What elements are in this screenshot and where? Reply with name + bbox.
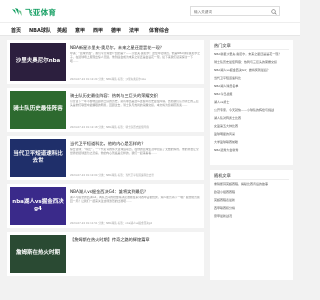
article-summary: 引言篮下一年不断地回顾骑士队的历史，总有球员是这么这些年历史最佳阵容。然而我们认…	[70, 100, 199, 107]
article-thumbnail[interactable]: 沙里夫奥尼尔nba	[10, 43, 66, 81]
sidebar-link[interactable]: 篮球明星的风采	[214, 132, 290, 136]
nav-item-ligue-1[interactable]: 法甲	[129, 27, 139, 34]
sidebar-link[interactable]: NBA湖人vs掘金西决G4：誰将笑到最后？	[214, 68, 290, 72]
article-summary: 综合篮球：“科比”，一个代名词的伟大篮球运动员，在他的篮球生涯中创造了无数的辉煌…	[70, 148, 199, 155]
sidebar-link[interactable]: 欧冠小组赛赛程	[214, 190, 290, 194]
logo-icon	[12, 8, 22, 16]
article-title[interactable]: 骑士队历史最佳阵容：热刺与三巨头的荣耀交织	[70, 93, 200, 99]
sidebar-link[interactable]: NBA新星沙里夫·奥尼尔，未来之星还是昙花一现？	[214, 52, 290, 56]
article-summary: 湖人与掘金的西决G4，两队之间的较量将决定谁能在系列赛中占据优势，湖人能否再下一…	[70, 196, 200, 203]
article-card[interactable]: 沙里夫奥尼尔nba NBA新星沙里夫·奥尼尔，未来之星还是昙花一现？ 导语：“篮…	[7, 40, 204, 84]
hot-articles-widget: 热门文章 NBA新星沙里夫·奥尼尔，未来之星还是昙花一现？ 骑士队历史最佳阵容：…	[210, 40, 293, 165]
article-summary: 导语：“篮球帝国”，我们今天将要介绍的是个——沙里夫·奥尼尔！这位年轻球员，他是…	[70, 52, 200, 63]
article-meta: 2024-07-24 01:12:24 分类：NBA球队 标签：沙里夫奥尼尔nb…	[70, 78, 146, 81]
sidebar-link[interactable]: NBA湖人球员名单	[214, 84, 290, 88]
sidebar-link[interactable]: 骑士队历史最佳阵容：热刺与三巨头的荣耀交织	[214, 60, 290, 64]
nav-item-serie-a[interactable]: 意甲	[75, 27, 85, 34]
article-meta: 2024-07-24 01:12:04 分类：NBA球队 标签：当代卫平短道速科…	[70, 174, 154, 177]
sidebar-link[interactable]: 西甲联赛积分榜	[214, 206, 290, 210]
sidebar-link[interactable]: 女篮第五大帅比赛	[214, 124, 290, 128]
article-card[interactable]: 詹姆斯在热火时期 【詹姆斯在热火时期】传奇之路的辉煌篇章	[7, 232, 204, 276]
article-card[interactable]: 当代卫平短道速科比去世 当代卫平短道科比，他的内心是怎样的？ 综合篮球：“科比”…	[7, 136, 204, 180]
sidebar-link[interactable]: 湖人队对阵勇士比赛	[214, 116, 290, 120]
article-thumbnail[interactable]: nba湖人vs掘金西决g4	[10, 187, 66, 225]
article-card[interactable]: 骑士队历史最佳阵容 骑士队历史最佳阵容：热刺与三巨头的荣耀交织 引言篮下一年不断…	[7, 88, 204, 132]
article-title[interactable]: 当代卫平短道科比，他的内心是怎样的？	[70, 141, 200, 147]
nav-item-la-liga[interactable]: 西甲	[93, 27, 103, 34]
sidebar-link[interactable]: 当代卫平短道速科比	[214, 76, 290, 80]
article-title[interactable]: 【詹姆斯在热火时期】传奇之路的辉煌篇章	[70, 237, 200, 243]
article-thumbnail[interactable]: 当代卫平短道速科比去世	[10, 139, 66, 177]
sidebar-link[interactable]: 大学篮球联赛前瞻	[214, 140, 290, 144]
random-articles-widget: 随机文章 重磅断耳英超赛程，揭秘比赛背后的故事 欧冠小组赛赛程 英超赛程表最新 …	[210, 170, 293, 280]
article-title[interactable]: NBA新星沙里夫·奥尼尔，未来之星还是昙花一现？	[70, 45, 200, 51]
divider	[214, 49, 289, 50]
site-logo[interactable]: 飞亚体育	[11, 6, 56, 18]
header: 飞亚体育	[0, 0, 300, 22]
nav-item-nba[interactable]: NBA球队	[29, 27, 51, 34]
article-meta: 2024-07-24 01:11:51 分类：NBA球队 标签：nba湖人vs掘…	[70, 222, 153, 225]
site-name: 飞亚体育	[25, 7, 57, 17]
sidebar-link[interactable]: 英超赛程表最新	[214, 198, 290, 202]
sidebar-link[interactable]: 公开专家，今天就快——小球队的辉煌与挑战	[214, 108, 290, 112]
search-icon[interactable]	[271, 8, 277, 15]
sidebar-link[interactable]: 湖人vs勇士	[214, 100, 290, 104]
nav-item-bundesliga[interactable]: 德甲	[111, 27, 121, 34]
sidebar-link[interactable]: 意甲最新战况	[214, 214, 290, 218]
nav-item-sports[interactable]: 体育综合	[149, 27, 169, 34]
divider	[214, 179, 289, 180]
sidebar-link[interactable]: 重磅断耳英超赛程，揭秘比赛背后的故事	[214, 182, 290, 186]
main-nav: 首页 NBA球队 英超 意甲 西甲 德甲 法甲 体育综合	[0, 22, 300, 36]
article-meta: 2024-07-24 01:12:18 分类：NBA球队 标签：骑士队历史最佳阵…	[70, 126, 149, 129]
article-card[interactable]: nba湖人vs掘金西决g4 NBA湖人vs掘金西决G4：誰将笑到最后？ 湖人与掘…	[7, 184, 204, 228]
search-input[interactable]	[191, 7, 275, 16]
article-thumbnail[interactable]: 詹姆斯在热火时期	[10, 235, 66, 273]
sidebar-link[interactable]: NBA选秀大会新秀	[214, 148, 290, 152]
article-title[interactable]: NBA湖人vs掘金西决G4：誰将笑到最后？	[70, 189, 200, 195]
search-box	[190, 6, 280, 16]
nav-item-premier-league[interactable]: 英超	[57, 27, 67, 34]
sidebar-link[interactable]: NBA今日战报	[214, 92, 290, 96]
article-thumbnail[interactable]: 骑士队历史最佳阵容	[10, 91, 66, 129]
nav-item-home[interactable]: 首页	[11, 27, 21, 34]
